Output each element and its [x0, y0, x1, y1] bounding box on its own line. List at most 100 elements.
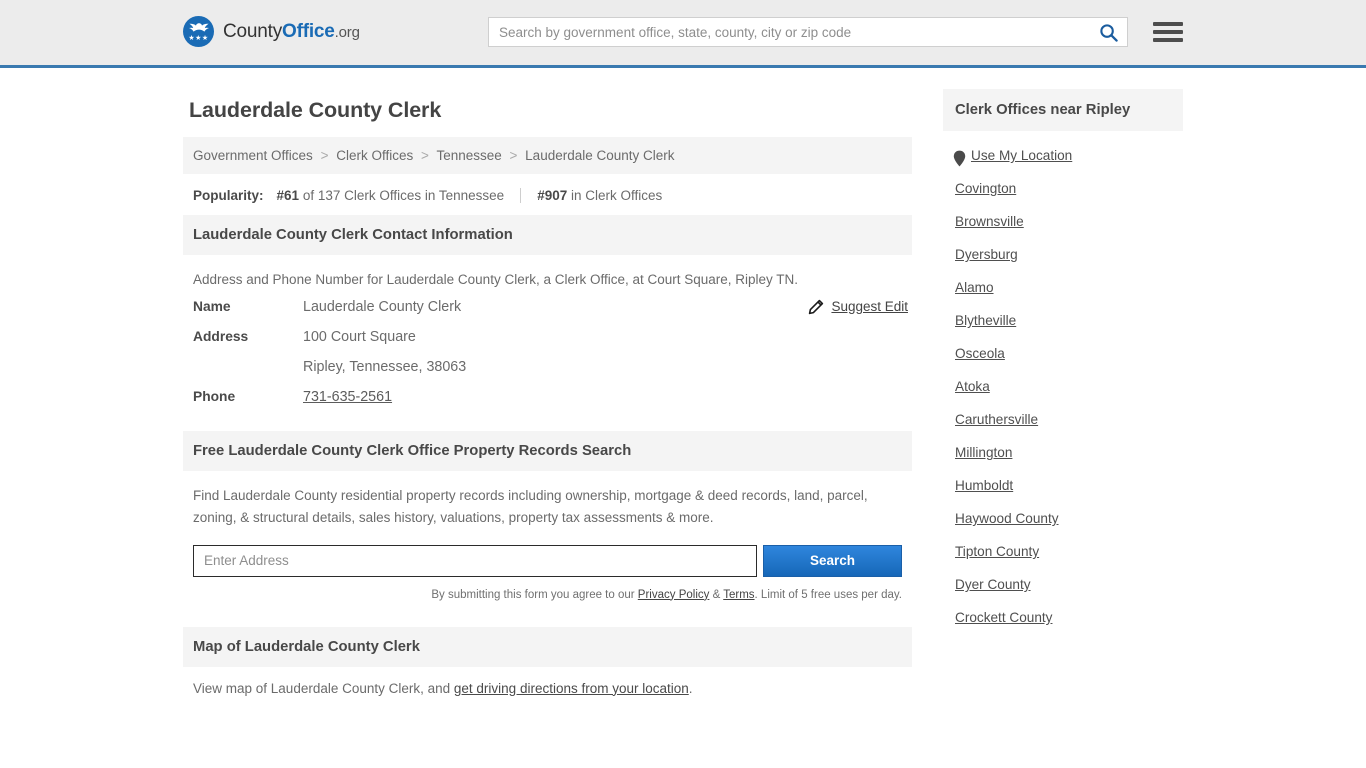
contact-details: Suggest Edit Name Lauderdale County Cler… — [183, 299, 912, 405]
eagle-glyph — [188, 23, 209, 32]
map-pin-icon — [953, 150, 966, 167]
contact-value-name: Lauderdale County Clerk — [303, 298, 462, 315]
contact-key-name: Name — [193, 298, 231, 314]
sidebar-link-0[interactable]: Covington — [943, 172, 1016, 205]
eagle-shield-icon: ★★★ — [183, 16, 214, 47]
page-container: Lauderdale County Clerk Government Offic… — [183, 68, 1183, 710]
sidebar-item-6[interactable]: Atoka — [943, 370, 1183, 403]
search-button[interactable] — [1089, 18, 1127, 46]
sidebar-link-3[interactable]: Alamo — [943, 271, 994, 304]
brand-org: .org — [334, 23, 360, 41]
map-section: Map of Lauderdale County Clerk View map … — [183, 626, 912, 710]
contact-row-phone: Phone 731-635-2561 — [193, 389, 902, 405]
breadcrumb-separator-2: > — [509, 148, 518, 163]
sidebar-link-7[interactable]: Caruthersville — [943, 403, 1038, 436]
sidebar-link-1[interactable]: Brownsville — [943, 205, 1024, 238]
contact-value-address-line2: Ripley, Tennessee, 38063 — [303, 358, 467, 375]
contact-key-phone: Phone — [193, 388, 236, 404]
sidebar-link-2[interactable]: Dyersburg — [943, 238, 1018, 271]
contact-row-name: Name Lauderdale County Clerk — [193, 299, 902, 315]
property-search-button[interactable]: Search — [763, 544, 902, 577]
suggest-edit-link[interactable]: Suggest Edit — [831, 299, 908, 314]
search-icon — [1099, 23, 1118, 42]
contact-section-description: Address and Phone Number for Lauderdale … — [193, 272, 799, 287]
phone-link[interactable]: 731-635-2561 — [303, 389, 392, 405]
hamburger-menu-icon[interactable] — [1153, 18, 1183, 46]
map-text-suffix: . — [688, 680, 693, 696]
privacy-policy-link[interactable]: Privacy Policy — [638, 589, 710, 601]
stars-glyph: ★★★ — [188, 35, 209, 42]
popularity-label: Popularity: — [193, 188, 264, 203]
property-section-description: Find Lauderdale County residential prope… — [193, 487, 868, 525]
contact-value-address-line1: 100 Court Square — [303, 328, 416, 345]
sidebar-item-9[interactable]: Humboldt — [943, 469, 1183, 502]
breadcrumb-separator-0: > — [320, 148, 329, 163]
contact-row-address: Address 100 Court Square — [193, 329, 902, 345]
sidebar-item-4[interactable]: Blytheville — [943, 304, 1183, 337]
brand-office: Office — [282, 20, 335, 42]
sidebar-item-use-my-location[interactable]: Use My Location — [943, 139, 1183, 172]
sidebar-link-8[interactable]: Millington — [943, 436, 1012, 469]
breadcrumb-item-1[interactable]: Clerk Offices — [336, 148, 413, 163]
popularity-national-text: in Clerk Offices — [571, 188, 663, 203]
breadcrumb-separator-1: > — [421, 148, 429, 163]
site-header: ★★★ CountyOffice.org — [0, 0, 1366, 68]
popularity-divider — [520, 188, 522, 203]
popularity-national-rank: #907 — [537, 188, 568, 203]
sidebar-item-11[interactable]: Tipton County — [943, 535, 1183, 568]
sidebar-item-2[interactable]: Dyersburg — [943, 238, 1183, 271]
property-section-heading: Free Lauderdale County Clerk Office Prop… — [183, 430, 912, 471]
contact-section-heading: Lauderdale County Clerk Contact Informat… — [183, 215, 912, 255]
site-logo[interactable]: ★★★ CountyOffice.org — [183, 16, 360, 47]
hamburger-bar-1 — [1153, 22, 1183, 26]
hamburger-bar-3 — [1153, 38, 1183, 42]
sidebar-link-6[interactable]: Atoka — [943, 370, 990, 403]
sidebar-item-1[interactable]: Brownsville — [943, 205, 1183, 238]
breadcrumb: Government Offices > Clerk Offices > Ten… — [183, 137, 912, 174]
brand-text: CountyOffice.org — [223, 21, 360, 43]
popularity-state-rank: #61 — [276, 188, 300, 203]
popularity-state-text: of 137 Clerk Offices in Tennessee — [302, 188, 505, 203]
map-text-prefix: View map of Lauderdale County Clerk, and — [193, 680, 454, 696]
form-disclaimer: By submitting this form you agree to our… — [183, 577, 912, 601]
global-search[interactable] — [488, 17, 1128, 47]
breadcrumb-item-3[interactable]: Lauderdale County Clerk — [525, 148, 674, 163]
breadcrumb-item-2[interactable]: Tennessee — [436, 148, 501, 163]
contact-key-address: Address — [193, 328, 249, 344]
sidebar-link-5[interactable]: Osceola — [943, 337, 1005, 370]
property-search-form: Search — [183, 544, 912, 577]
sidebar-item-13[interactable]: Crockett County — [943, 601, 1183, 634]
driving-directions-link[interactable]: get driving directions from your locatio… — [454, 681, 689, 696]
sidebar-item-12[interactable]: Dyer County — [943, 568, 1183, 601]
sidebar-heading: Clerk Offices near Ripley — [943, 89, 1183, 131]
sidebar-item-7[interactable]: Caruthersville — [943, 403, 1183, 436]
disclaimer-amp: & — [709, 588, 724, 601]
popularity-row: Popularity: #61 of 137 Clerk Offices in … — [183, 174, 912, 215]
disclaimer-prefix: By submitting this form you agree to our — [431, 588, 638, 601]
sidebar-link-10[interactable]: Haywood County — [943, 502, 1059, 535]
disclaimer-suffix: . Limit of 5 free uses per day. — [754, 588, 902, 601]
brand-county: County — [223, 20, 283, 42]
sidebar-link-11[interactable]: Tipton County — [943, 535, 1039, 568]
use-my-location-link[interactable]: Use My Location — [971, 139, 1072, 172]
search-input[interactable] — [489, 18, 1089, 46]
sidebar-link-4[interactable]: Blytheville — [943, 304, 1016, 337]
sidebar-item-5[interactable]: Osceola — [943, 337, 1183, 370]
sidebar-item-0[interactable]: Covington — [943, 172, 1183, 205]
sidebar-link-13[interactable]: Crockett County — [943, 601, 1052, 634]
sidebar-link-12[interactable]: Dyer County — [943, 568, 1031, 601]
contact-row-address-line2: Ripley, Tennessee, 38063 — [193, 359, 902, 375]
page-title: Lauderdale County Clerk — [189, 98, 442, 122]
address-input[interactable] — [193, 544, 757, 577]
sidebar-list: Use My Location Covington Brownsville Dy… — [943, 131, 1183, 634]
sidebar-item-10[interactable]: Haywood County — [943, 502, 1183, 535]
suggest-edit[interactable]: Suggest Edit — [808, 299, 908, 315]
hamburger-bar-2 — [1153, 30, 1183, 34]
sidebar-link-9[interactable]: Humboldt — [943, 469, 1013, 502]
terms-link[interactable]: Terms — [723, 589, 754, 601]
sidebar-item-3[interactable]: Alamo — [943, 271, 1183, 304]
map-section-body: View map of Lauderdale County Clerk, and… — [183, 667, 912, 710]
pencil-edit-icon — [809, 299, 824, 315]
breadcrumb-item-0[interactable]: Government Offices — [193, 148, 313, 163]
sidebar-item-8[interactable]: Millington — [943, 436, 1183, 469]
